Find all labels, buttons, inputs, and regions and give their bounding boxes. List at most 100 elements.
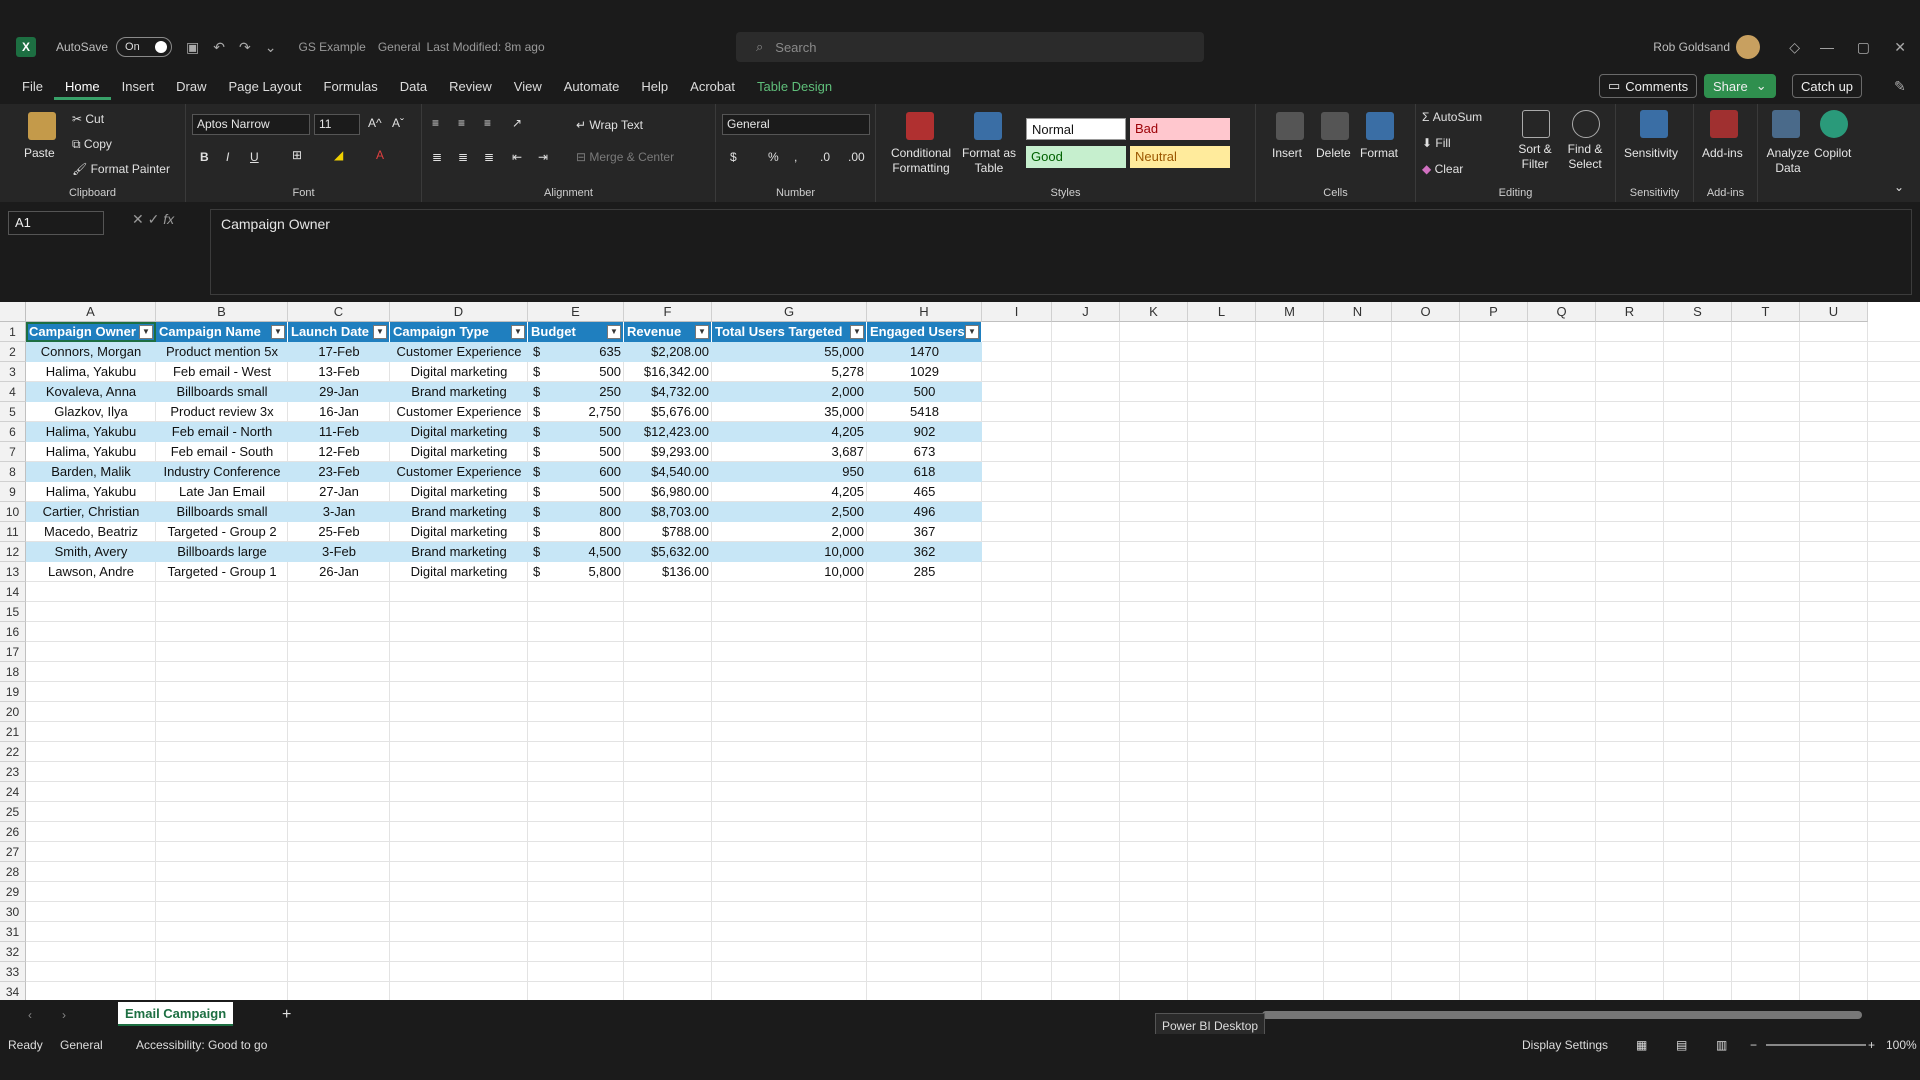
decrease-decimal-icon[interactable]: .00 xyxy=(848,150,865,164)
table-cell[interactable]: Targeted - Group 2 xyxy=(156,522,288,542)
table-cell[interactable]: $788.00 xyxy=(624,522,712,542)
status-accessibility[interactable]: Accessibility: Good to go xyxy=(136,1038,267,1052)
column-header-q[interactable]: Q xyxy=(1528,302,1596,322)
row-header-19[interactable]: 19 xyxy=(0,682,26,702)
filter-dropdown-icon[interactable]: ▼ xyxy=(271,325,285,339)
table-cell[interactable]: Billboards small xyxy=(156,502,288,522)
row-header-25[interactable]: 25 xyxy=(0,802,26,822)
table-cell[interactable]: Halima, Yakubu xyxy=(26,362,156,382)
table-cell[interactable]: Billboards small xyxy=(156,382,288,402)
delete-cells-icon[interactable] xyxy=(1321,112,1349,140)
format-painter-button[interactable]: 🖌 Format Painter xyxy=(72,162,170,176)
table-cell[interactable]: Billboards large xyxy=(156,542,288,562)
table-cell[interactable]: Brand marketing xyxy=(390,502,528,522)
table-cell[interactable]: $9,293.00 xyxy=(624,442,712,462)
tab-view[interactable]: View xyxy=(503,74,553,100)
table-cell[interactable]: Digital marketing xyxy=(390,562,528,582)
table-cell[interactable]: Smith, Avery xyxy=(26,542,156,562)
clear-button[interactable]: ◆ Clear xyxy=(1422,162,1463,176)
row-header-8[interactable]: 8 xyxy=(0,462,26,482)
table-cell[interactable]: 1029 xyxy=(867,362,982,382)
column-header-d[interactable]: D xyxy=(390,302,528,322)
table-cell[interactable]: 618 xyxy=(867,462,982,482)
borders-icon[interactable]: ⊞ xyxy=(292,148,302,162)
table-cell[interactable]: 13-Feb xyxy=(288,362,390,382)
column-header-s[interactable]: S xyxy=(1664,302,1732,322)
table-cell[interactable]: Industry Conference xyxy=(156,462,288,482)
last-modified[interactable]: Last Modified: 8m ago xyxy=(427,40,545,54)
analyze-data-label[interactable]: Analyze Data xyxy=(1766,146,1810,176)
row-header-21[interactable]: 21 xyxy=(0,722,26,742)
table-cell[interactable]: Product review 3x xyxy=(156,402,288,422)
table-cell[interactable]: Connors, Morgan xyxy=(26,342,156,362)
column-header-g[interactable]: G xyxy=(712,302,867,322)
table-cell[interactable]: $16,342.00 xyxy=(624,362,712,382)
row-header-5[interactable]: 5 xyxy=(0,402,26,422)
row-header-32[interactable]: 32 xyxy=(0,942,26,962)
table-cell[interactable]: 26-Jan xyxy=(288,562,390,582)
font-name-select[interactable]: Aptos Narrow xyxy=(192,114,310,135)
column-header-j[interactable]: J xyxy=(1052,302,1120,322)
find-select-icon[interactable] xyxy=(1572,110,1600,138)
fill-button[interactable]: ⬇ Fill xyxy=(1422,136,1451,150)
normal-view-icon[interactable]: ▦ xyxy=(1636,1038,1647,1052)
table-cell[interactable]: $5,632.00 xyxy=(624,542,712,562)
cancel-icon[interactable]: ✕ xyxy=(132,211,148,227)
table-cell[interactable]: Barden, Malik xyxy=(26,462,156,482)
row-header-17[interactable]: 17 xyxy=(0,642,26,662)
table-cell[interactable]: Cartier, Christian xyxy=(26,502,156,522)
row-header-10[interactable]: 10 xyxy=(0,502,26,522)
row-header-34[interactable]: 34 xyxy=(0,982,26,1002)
enter-icon[interactable]: ✓ xyxy=(148,211,164,227)
tab-table-design[interactable]: Table Design xyxy=(746,74,843,100)
increase-indent-icon[interactable]: ⇥ xyxy=(538,150,548,164)
align-top-icon[interactable]: ≡ xyxy=(432,116,439,130)
redo-icon[interactable]: ↷ xyxy=(239,39,251,56)
style-normal[interactable]: Normal xyxy=(1026,118,1126,140)
avatar[interactable] xyxy=(1736,35,1760,59)
prev-sheet-icon[interactable]: ‹ xyxy=(28,1008,32,1022)
filter-dropdown-icon[interactable]: ▼ xyxy=(850,325,864,339)
row-header-6[interactable]: 6 xyxy=(0,422,26,442)
sort-filter-label[interactable]: Sort & Filter xyxy=(1512,142,1558,172)
page-layout-view-icon[interactable]: ▤ xyxy=(1676,1038,1687,1052)
row-header-13[interactable]: 13 xyxy=(0,562,26,582)
row-header-16[interactable]: 16 xyxy=(0,622,26,642)
style-good[interactable]: Good xyxy=(1026,146,1126,168)
paste-label[interactable]: Paste xyxy=(24,146,55,161)
sensitivity-icon[interactable] xyxy=(1640,110,1668,138)
increase-font-icon[interactable]: A^ xyxy=(368,116,382,130)
row-header-15[interactable]: 15 xyxy=(0,602,26,622)
column-header-m[interactable]: M xyxy=(1256,302,1324,322)
column-header-c[interactable]: C xyxy=(288,302,390,322)
autosum-button[interactable]: Σ AutoSum xyxy=(1422,110,1482,124)
font-size-select[interactable]: 11 xyxy=(314,114,360,135)
find-select-label[interactable]: Find & Select xyxy=(1562,142,1608,172)
paste-icon[interactable] xyxy=(28,112,56,140)
align-center-icon[interactable]: ≣ xyxy=(458,150,468,164)
worksheet-grid[interactable]: A B C D E F G H I J K L M N O P Q R S T U 1 2 3 4 5 6 7 8 9 10 11 12 13 14… xyxy=(0,302,1920,1002)
row-header-29[interactable]: 29 xyxy=(0,882,26,902)
format-as-table-icon[interactable] xyxy=(974,112,1002,140)
tab-file[interactable]: File xyxy=(11,74,54,100)
format-cells-icon[interactable] xyxy=(1366,112,1394,140)
table-cell[interactable]: 902 xyxy=(867,422,982,442)
sensitivity-label[interactable]: General xyxy=(378,40,421,54)
table-cell[interactable]: 500 xyxy=(867,382,982,402)
horizontal-scrollbar[interactable] xyxy=(1262,1011,1862,1019)
table-cell[interactable]: 29-Jan xyxy=(288,382,390,402)
table-cell[interactable]: 10,000 xyxy=(712,562,867,582)
column-header-l[interactable]: L xyxy=(1188,302,1256,322)
table-cell[interactable]: 5,278 xyxy=(712,362,867,382)
restore-icon[interactable]: ▢ xyxy=(1857,39,1870,56)
document-name[interactable]: GS Example xyxy=(298,40,365,54)
table-cell[interactable]: 950 xyxy=(712,462,867,482)
table-cell[interactable]: 11-Feb xyxy=(288,422,390,442)
table-cell[interactable]: Brand marketing xyxy=(390,382,528,402)
table-cell[interactable]: 23-Feb xyxy=(288,462,390,482)
table-cell[interactable]: 2,500 xyxy=(712,502,867,522)
table-cell[interactable]: Customer Experience xyxy=(390,462,528,482)
tab-page-layout[interactable]: Page Layout xyxy=(218,74,313,100)
filter-dropdown-icon[interactable]: ▼ xyxy=(373,325,387,339)
table-cell[interactable]: $4,732.00 xyxy=(624,382,712,402)
